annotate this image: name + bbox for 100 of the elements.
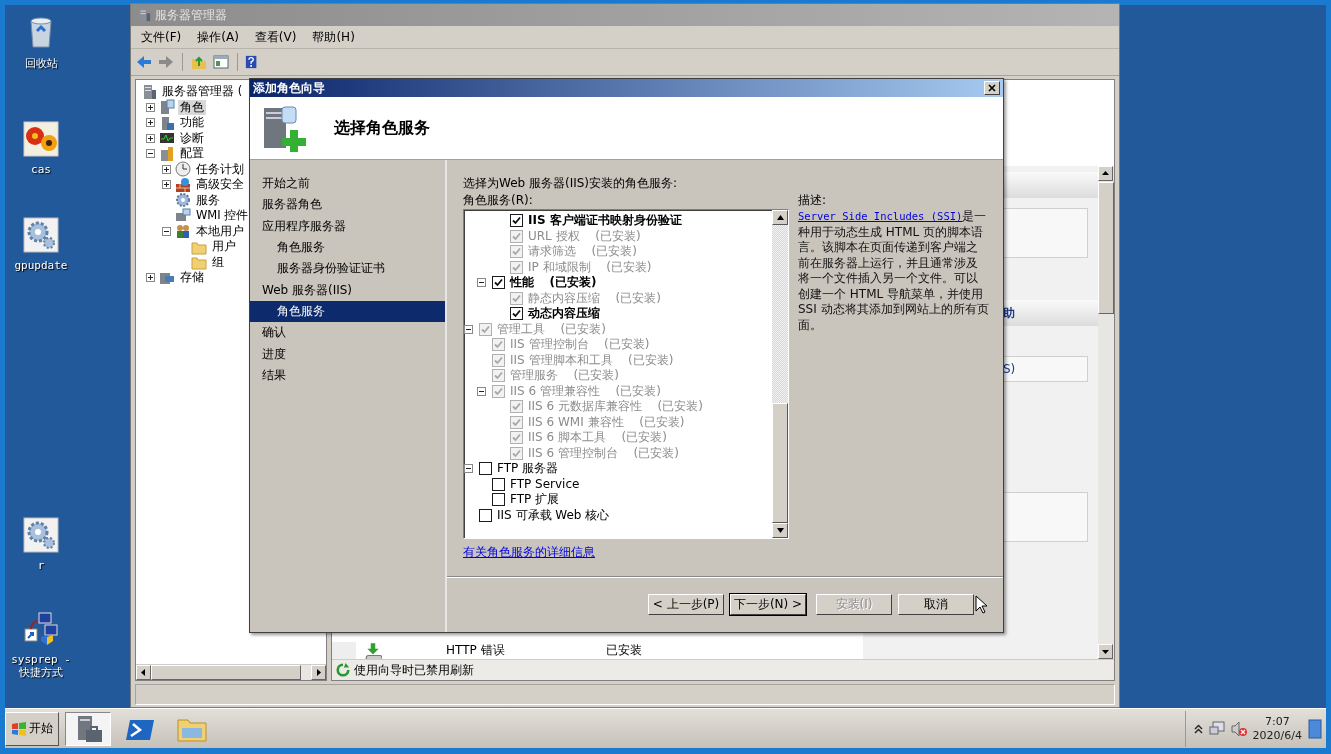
install-status: (已安装) (606, 258, 652, 276)
menu-item[interactable]: 操作(A) (191, 26, 245, 48)
checkbox[interactable] (479, 462, 492, 476)
tree-item[interactable]: 角色 (178, 99, 206, 115)
wizard-step[interactable]: 进度 (250, 343, 445, 365)
scroll-arrow-button[interactable] (1098, 166, 1113, 181)
tree-toggle[interactable] (145, 102, 155, 112)
details-link[interactable]: 有关角色服务的详细信息 (463, 544, 595, 561)
wizard-step[interactable]: Web 服务器(IIS) (250, 279, 445, 301)
tree-item[interactable]: 用户 (210, 239, 238, 255)
tree-item[interactable]: WMI 控件 (194, 208, 251, 224)
close-button[interactable] (984, 81, 1000, 95)
tree-item[interactable]: 配置 (178, 146, 206, 162)
scrollbar-thumb[interactable] (772, 403, 788, 523)
desktop-icon-label[interactable]: cas (31, 163, 51, 176)
taskbar-app-button[interactable] (65, 711, 111, 746)
tree-item[interactable]: 存储 (178, 270, 206, 286)
tree-toggle[interactable] (145, 133, 155, 143)
role-service-label: 管理服务 (510, 367, 558, 385)
tree-toggle[interactable] (145, 273, 155, 283)
scroll-arrow-button[interactable] (1098, 644, 1113, 659)
desktop-icon-label[interactable]: 回收站 (24, 57, 58, 70)
tree-item[interactable]: 服务器管理器 ( (160, 84, 245, 100)
toolbox-icon (159, 145, 175, 162)
desktop-icon-label[interactable]: sysprep - 快捷方式 (11, 653, 71, 679)
horizontal-scrollbar[interactable] (136, 664, 326, 680)
gear-icon (175, 192, 191, 209)
wizard-step[interactable]: 角色服务 (250, 300, 445, 323)
scroll-arrow-button[interactable] (311, 665, 326, 680)
scrollbar-thumb[interactable] (1098, 182, 1114, 314)
wizard-button[interactable]: 取消 (898, 594, 974, 615)
tree-item[interactable]: 功能 (178, 115, 206, 131)
menu-item[interactable]: 查看(V) (248, 26, 303, 48)
tree-toggle[interactable] (161, 226, 171, 236)
menu-item[interactable]: 帮助(H) (306, 26, 361, 48)
vertical-scrollbar[interactable] (1098, 166, 1114, 659)
role-service-label: FTP Service (510, 477, 580, 492)
wizard-button[interactable]: 下一步(N) > (730, 594, 806, 615)
role-service-label: 动态内容压缩 (528, 305, 600, 323)
up-folder-icon (190, 54, 208, 70)
panel-link[interactable]: S) (1003, 362, 1016, 376)
desktop-icon-label[interactable]: gpupdate (14, 259, 68, 272)
install-status: (已安装) (604, 336, 650, 354)
forward-arrow-icon (157, 54, 175, 70)
wizard-step[interactable]: 服务器身份验证证书 (250, 258, 445, 280)
tree-item[interactable]: 任务计划 (194, 161, 246, 177)
role-service-label: 请求筛选 (528, 243, 576, 261)
install-status: (已安装) (628, 351, 674, 369)
tree-toggle[interactable] (161, 180, 171, 190)
server-icon (141, 83, 157, 100)
wizard-step[interactable]: 应用程序服务器 (250, 215, 445, 237)
install-status: (已安装) (621, 429, 667, 447)
role-service-label: IIS 6 元数据库兼容性 (528, 398, 642, 416)
tree-item[interactable]: 组 (210, 254, 226, 270)
menu-item[interactable]: 文件(F) (135, 26, 188, 48)
up-arrow-icon (775, 213, 785, 222)
scroll-arrow-button[interactable] (772, 523, 788, 538)
users-icon (175, 223, 191, 240)
wizard-step[interactable]: 结果 (250, 364, 445, 386)
scrollbar-thumb[interactable] (151, 665, 301, 680)
wizard-step[interactable]: 角色服务 (250, 236, 445, 259)
role-name: HTTP 错误 (446, 642, 506, 659)
tree-toggle[interactable] (477, 278, 486, 288)
vertical-scrollbar[interactable] (772, 210, 788, 538)
help-icon (245, 54, 259, 70)
desktop-icon-label[interactable]: r (37, 559, 45, 572)
description-link[interactable]: Server Side Includes (SSI) (798, 210, 963, 222)
tree-toggle[interactable] (145, 118, 155, 128)
tree-toggle[interactable] (161, 164, 171, 174)
checkbox[interactable] (510, 214, 523, 228)
checkbox[interactable] (492, 493, 505, 507)
tree-toggle[interactable] (145, 149, 155, 159)
network-computers-icon (23, 611, 59, 647)
wizard-step[interactable]: 确认 (250, 322, 445, 344)
tree-item[interactable]: 本地用户 (194, 223, 246, 239)
wizard-step[interactable]: 服务器角色 (250, 194, 445, 216)
window-title: 服务器管理器 (155, 6, 227, 24)
checkbox[interactable] (479, 508, 492, 522)
checkbox[interactable] (510, 307, 523, 321)
folder-icon (191, 254, 207, 271)
role-service-label: 性能 (510, 274, 534, 292)
tree-item[interactable]: 诊断 (178, 130, 206, 146)
scroll-arrow-button[interactable] (772, 210, 788, 225)
tree-item[interactable]: 高级安全 (194, 177, 246, 193)
role-service-label: IIS 管理控制台 (510, 336, 589, 354)
instruction-text: 选择为Web 服务器(IIS)安装的角色服务: (463, 175, 679, 192)
description-text: Server Side Includes (SSI)是一种用于动态生成 HTML 页的脚本语言。该脚本在页面传递到客户端之前在服务器上运行，并且通常涉及将一个文件插入另一个文件。可以创建一个 HTML 导航菜单，并使用 SSI 动态将其添加到网站上的所有页面。 (798, 209, 989, 333)
checkbox[interactable] (492, 477, 505, 491)
wizard-button[interactable]: < 上一步(P) (648, 594, 724, 615)
scroll-arrow-button[interactable] (136, 665, 151, 680)
checkbox[interactable] (492, 276, 505, 290)
pane-toggle-icon (212, 54, 230, 70)
tree-toggle[interactable] (464, 464, 473, 474)
wizard-step[interactable]: 开始之前 (250, 173, 445, 195)
start-button[interactable]: 开始 (5, 711, 59, 746)
section-title: 助 (1003, 304, 1015, 322)
status-message: 使用向导时已禁用刷新 (354, 661, 474, 679)
description-label: 描述: (798, 192, 828, 209)
tree-item[interactable]: 服务 (194, 192, 222, 208)
install-status: (已安装) (633, 444, 679, 462)
